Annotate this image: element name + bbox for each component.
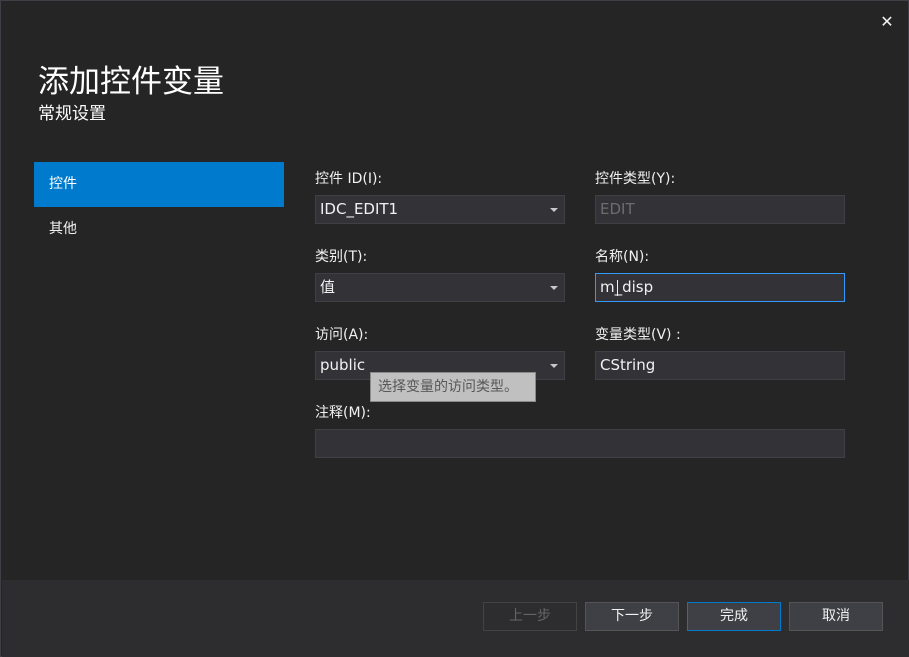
variable-type-input[interactable]: CString	[595, 351, 845, 380]
finish-button[interactable]: 完成	[687, 602, 781, 631]
category-value: 值	[320, 278, 336, 296]
access-tooltip: 选择变量的访问类型。	[370, 372, 536, 402]
name-value: m_disp	[600, 278, 654, 296]
dialog-subtitle: 常规设置	[38, 104, 106, 124]
control-type-value: EDIT	[600, 200, 635, 218]
text-cursor	[617, 280, 618, 296]
variable-type-label: 变量类型(V) :	[595, 327, 681, 343]
sidebar-nav: 控件 其他	[34, 162, 284, 252]
cancel-button[interactable]: 取消	[789, 602, 883, 631]
chevron-down-icon	[550, 286, 558, 290]
chevron-down-icon	[550, 208, 558, 212]
name-label: 名称(N):	[595, 249, 650, 265]
category-dropdown[interactable]: 值	[315, 273, 565, 302]
access-value: public	[320, 356, 366, 374]
control-type-field: EDIT	[595, 195, 845, 224]
next-button[interactable]: 下一步	[585, 602, 679, 631]
comment-input[interactable]	[315, 429, 845, 458]
variable-type-value: CString	[600, 356, 656, 374]
name-input[interactable]: m_disp	[595, 273, 845, 302]
comment-label: 注释(M):	[315, 405, 371, 421]
control-id-label: 控件 ID(I):	[315, 171, 383, 187]
category-label: 类别(T):	[315, 249, 368, 265]
access-label: 访问(A):	[315, 327, 369, 343]
prev-button[interactable]: 上一步	[483, 602, 577, 631]
dialog-title: 添加控件变量	[38, 64, 224, 100]
control-type-label: 控件类型(Y):	[595, 171, 676, 187]
chevron-down-icon	[550, 364, 558, 368]
nav-item-other[interactable]: 其他	[34, 207, 284, 252]
nav-item-control[interactable]: 控件	[34, 162, 284, 207]
control-id-value: IDC_EDIT1	[320, 200, 399, 218]
close-icon[interactable]: ✕	[878, 13, 896, 31]
add-control-variable-dialog: ✕ 添加控件变量 常规设置 控件 其他 控件 ID(I): IDC_EDIT1 …	[0, 0, 909, 657]
control-id-dropdown[interactable]: IDC_EDIT1	[315, 195, 565, 224]
